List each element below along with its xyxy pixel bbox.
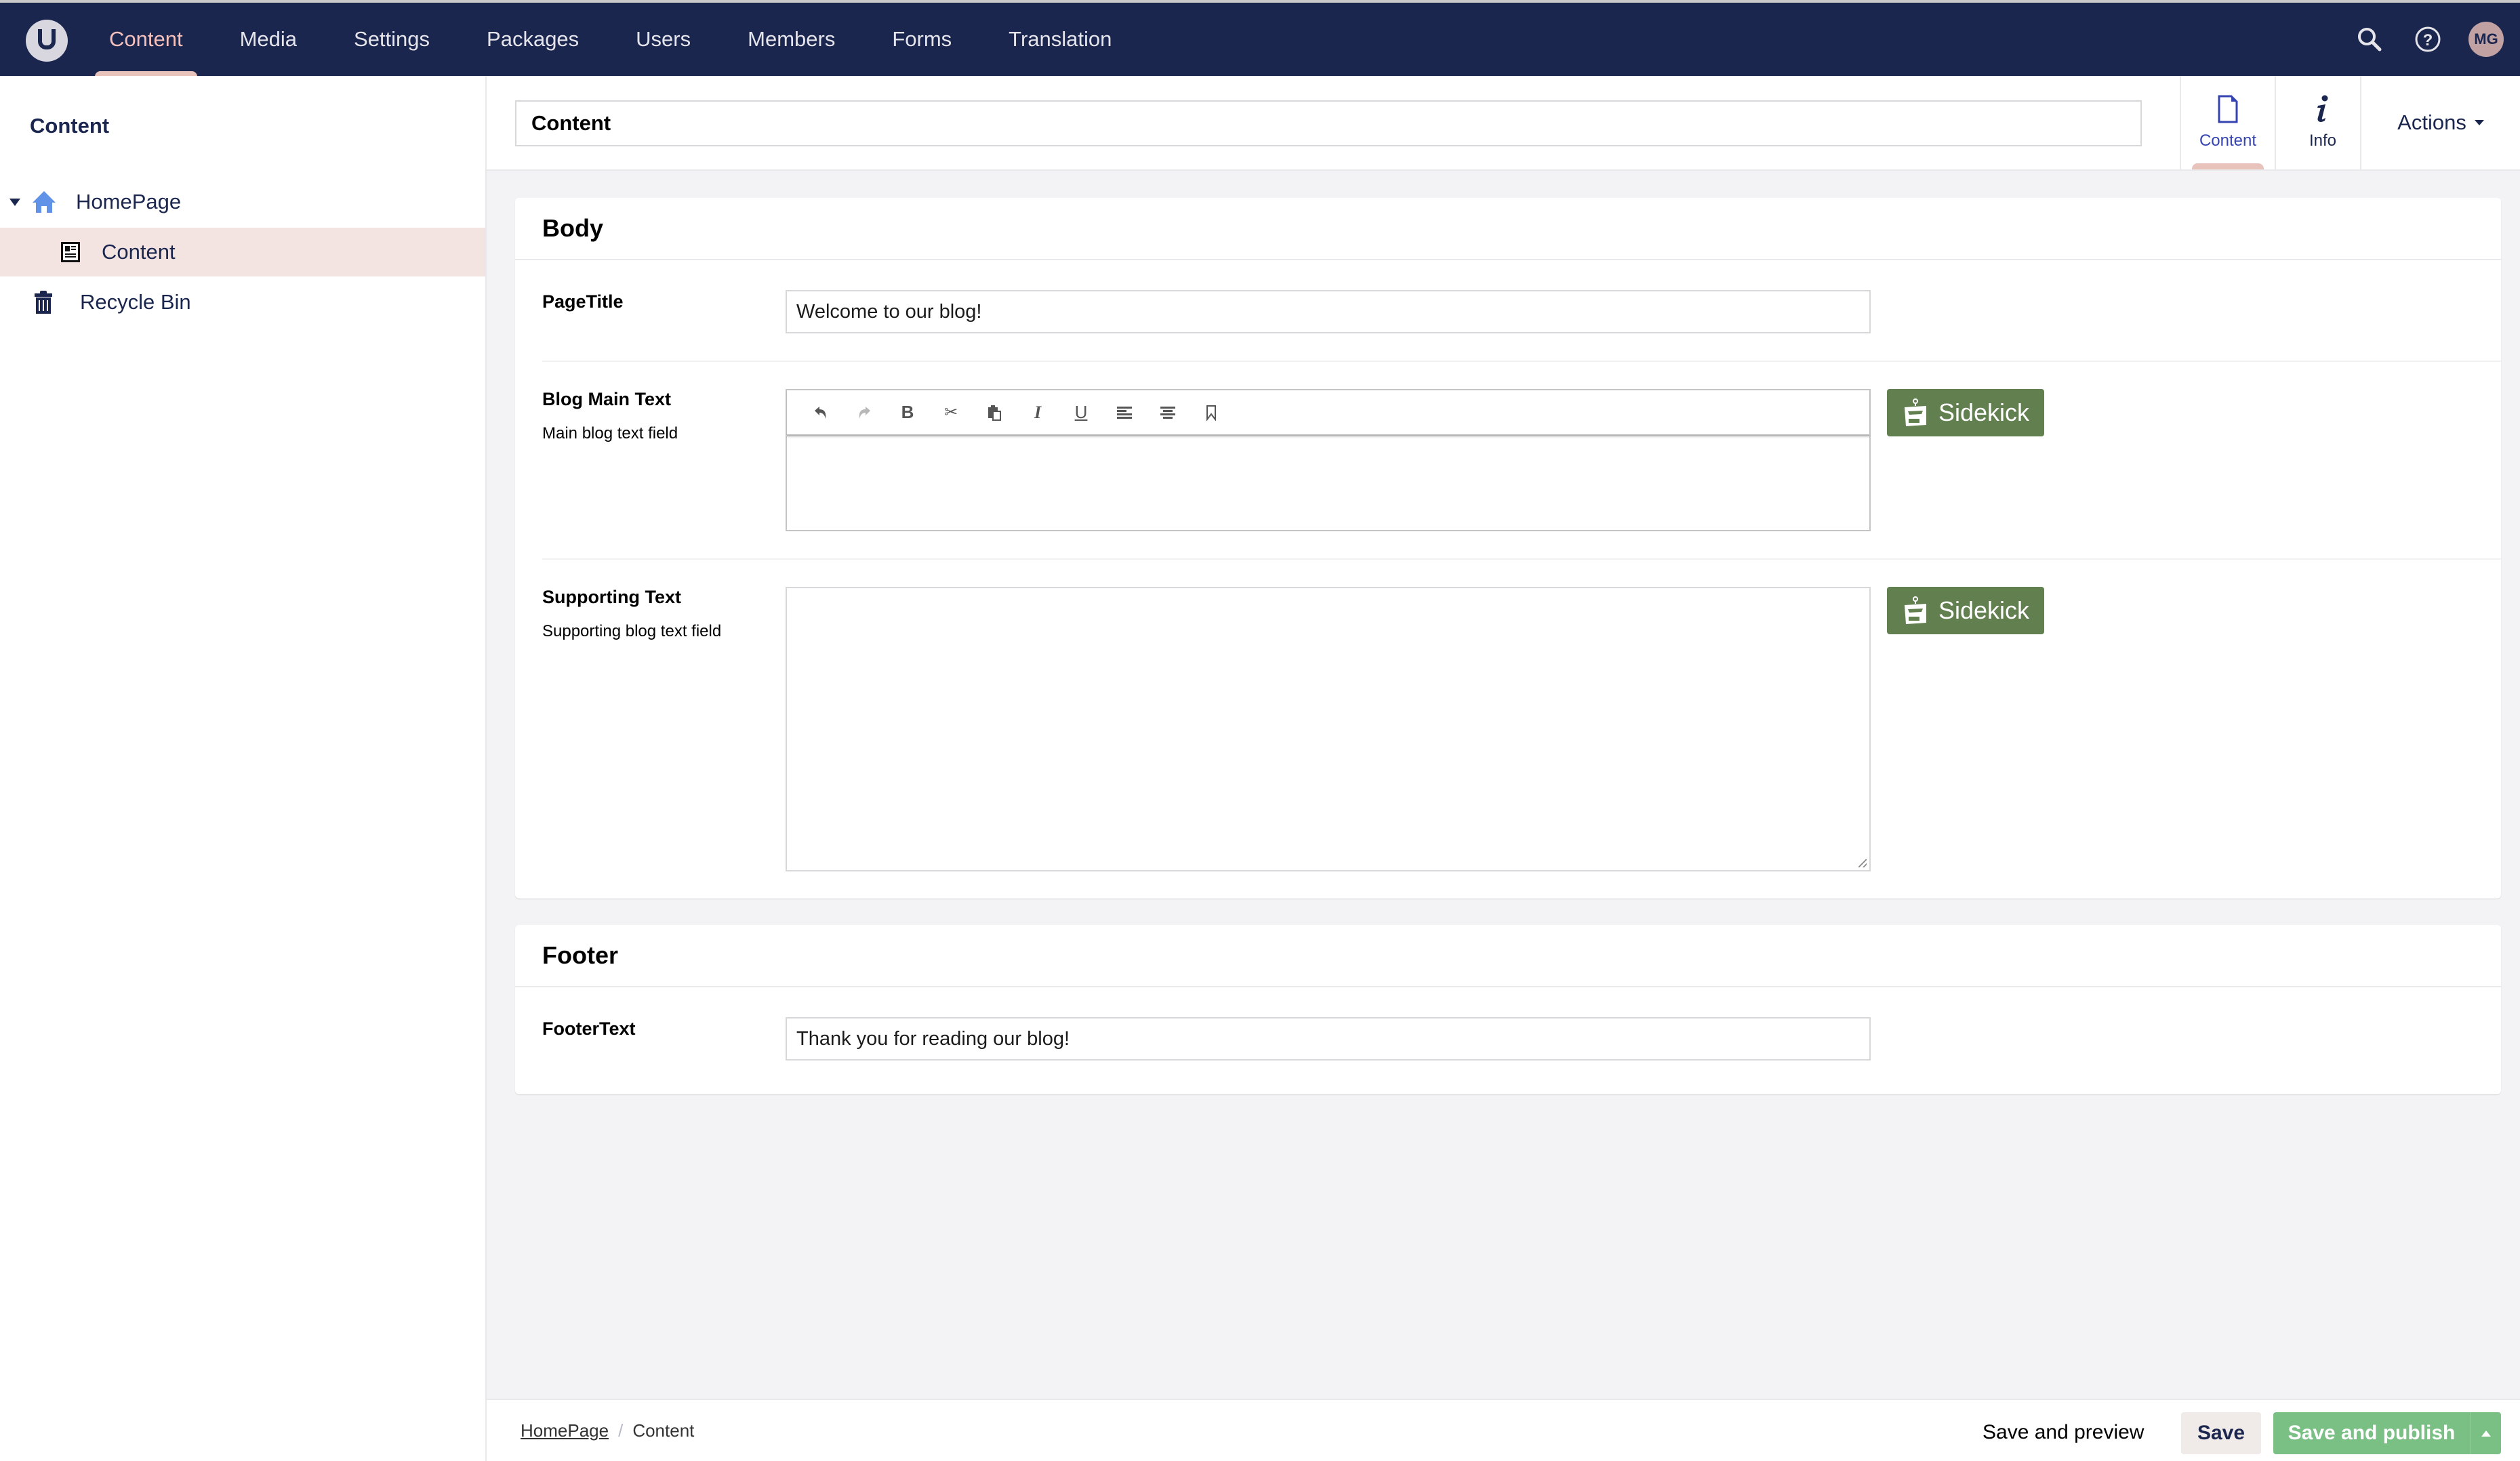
tab-label: Info (2309, 131, 2337, 150)
actions-dropdown[interactable]: Actions (2360, 76, 2520, 169)
tree-item-label: Recycle Bin (80, 290, 191, 314)
property-label-blog-main-text: Blog Main Text (542, 389, 672, 409)
breadcrumb-current: Content (632, 1420, 695, 1441)
tab-info[interactable]: Info (2275, 76, 2370, 169)
nav-media[interactable]: Media (226, 3, 311, 76)
save-and-preview-button[interactable]: Save and preview (1983, 1412, 2144, 1453)
rte-content-area[interactable] (787, 436, 1869, 529)
tab-label: Content (2199, 131, 2257, 150)
help-button[interactable]: ? (2410, 22, 2445, 57)
supporting-text-textarea[interactable] (786, 587, 1871, 871)
caret-up-icon (2481, 1430, 2491, 1437)
undo-button[interactable] (799, 391, 842, 434)
tree-item-recycle-bin[interactable]: Recycle Bin (0, 278, 485, 327)
underline-icon: U (1074, 402, 1088, 422)
tree-item-label: HomePage (76, 190, 182, 213)
scissors-icon: ✂ (943, 403, 958, 421)
property-label-pagetitle: PageTitle (542, 291, 624, 312)
group-title: Footer (515, 925, 2501, 987)
italic-icon: I (1034, 402, 1042, 422)
svg-text:?: ? (2423, 31, 2433, 49)
sidekick-label: Sidekick (1938, 398, 2030, 426)
top-navigation: Content Media Settings Packages Users Me… (0, 0, 2520, 77)
bold-icon: B (901, 402, 914, 422)
tree-item-label: Content (102, 240, 176, 264)
nav-packages[interactable]: Packages (472, 3, 593, 76)
property-label-supporting-text: Supporting Text (542, 587, 681, 607)
breadcrumb-homepage[interactable]: HomePage (521, 1420, 609, 1441)
nav-translation[interactable]: Translation (994, 3, 1126, 76)
group-title: Body (515, 198, 2501, 260)
save-and-publish-button[interactable]: Save and publish (2273, 1412, 2470, 1454)
tree-item-homepage[interactable]: HomePage (0, 178, 485, 226)
pagetitle-input[interactable] (786, 290, 1871, 333)
section-nav: Content Media Settings Packages Users Me… (95, 3, 1154, 77)
property-description: Supporting blog text field (542, 622, 722, 640)
nav-members[interactable]: Members (733, 3, 849, 76)
redo-button[interactable] (842, 391, 886, 434)
nav-settings[interactable]: Settings (340, 3, 444, 76)
italic-button[interactable]: I (1016, 391, 1059, 434)
caret-down-icon[interactable] (9, 198, 20, 206)
publish-options-toggle[interactable] (2470, 1412, 2501, 1454)
document-icon (2218, 95, 2238, 123)
property-label-footertext: FooterText (542, 1018, 636, 1039)
search-button[interactable] (2352, 22, 2387, 57)
editor-footer-bar: HomePage / Content Save and preview Save… (487, 1399, 2520, 1461)
content-name-input[interactable] (515, 100, 2142, 146)
align-center-icon (1160, 406, 1175, 419)
nav-forms[interactable]: Forms (878, 3, 966, 76)
caret-down-icon (2474, 120, 2484, 125)
robot-icon (1904, 596, 1926, 624)
sidekick-button-supporting-text[interactable]: Sidekick (1887, 587, 2044, 634)
align-left-button[interactable] (1103, 391, 1146, 434)
sidekick-label: Sidekick (1938, 596, 2030, 624)
tree-item-content[interactable]: Content (0, 228, 485, 276)
property-divider (542, 361, 2501, 362)
group-footer: Footer FooterText (515, 925, 2501, 1094)
property-description: Main blog text field (542, 424, 678, 443)
bold-button[interactable]: B (886, 391, 929, 434)
sidebar-title: Content (30, 114, 110, 138)
breadcrumb: HomePage / Content (521, 1420, 694, 1441)
nav-users[interactable]: Users (622, 3, 705, 76)
undo-icon (815, 406, 826, 419)
property-divider (542, 558, 2501, 560)
info-icon (2317, 95, 2328, 122)
resize-handle[interactable] (1858, 859, 1867, 867)
umbraco-logo[interactable] (26, 20, 68, 62)
footertext-input[interactable] (786, 1017, 1871, 1061)
editor-header: Content Info Actions (487, 76, 2520, 171)
rte-toolbar: B ✂ I U (787, 390, 1869, 436)
redo-icon (859, 406, 870, 419)
trash-icon (35, 291, 52, 314)
breadcrumb-separator: / (618, 1420, 624, 1441)
tab-content[interactable]: Content (2180, 76, 2275, 169)
cut-button[interactable]: ✂ (929, 391, 973, 434)
content-tree-sidebar: Content HomePage Content Recycle Bin (0, 76, 487, 1461)
bookmark-button[interactable] (1190, 391, 1233, 434)
sidekick-button-main-text[interactable]: Sidekick (1887, 389, 2044, 436)
blog-main-text-editor: B ✂ I U (786, 389, 1871, 531)
paste-icon (988, 405, 1001, 421)
group-body: Body PageTitle Blog Main Text Main blog … (515, 198, 2501, 899)
user-avatar[interactable]: MG (2468, 22, 2504, 57)
paste-button[interactable] (973, 391, 1016, 434)
align-center-button[interactable] (1146, 391, 1190, 434)
top-right-tools: ? MG (2352, 22, 2504, 57)
underline-button[interactable]: U (1059, 391, 1103, 434)
robot-icon (1904, 398, 1926, 426)
search-icon (2358, 28, 2382, 52)
help-icon: ? (2415, 26, 2441, 52)
nav-content[interactable]: Content (95, 3, 197, 77)
document-icon (61, 242, 80, 262)
align-left-icon (1117, 406, 1132, 419)
home-icon (33, 191, 56, 213)
save-button[interactable]: Save (2181, 1412, 2261, 1454)
bookmark-icon (1206, 405, 1216, 421)
actions-label: Actions (2397, 110, 2466, 134)
